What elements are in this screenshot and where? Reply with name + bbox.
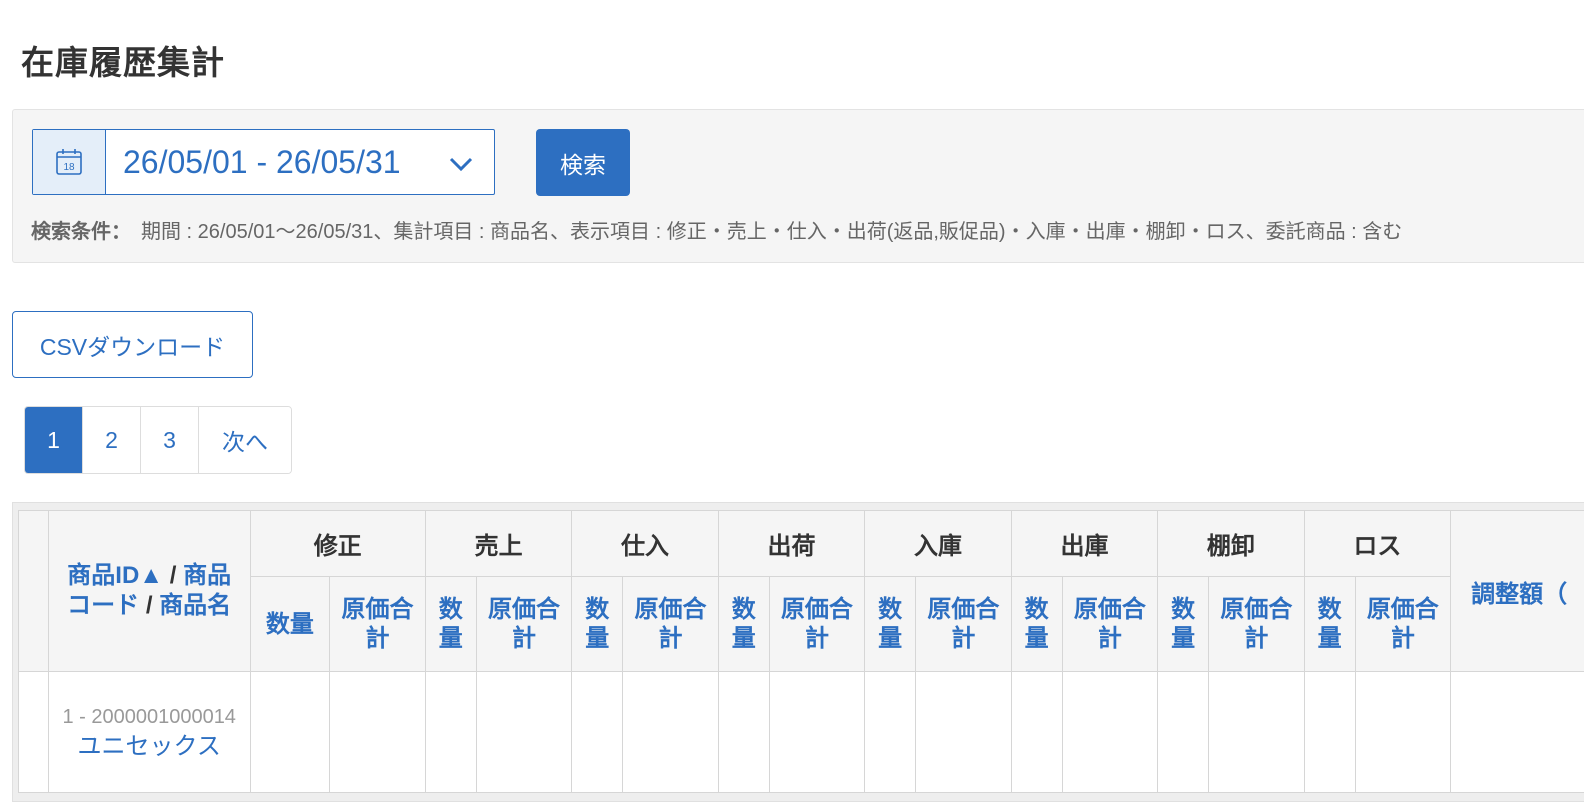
table-cell: [623, 672, 719, 793]
sub-header-cost-total[interactable]: 原価合計: [1209, 577, 1305, 672]
table-cell: [1451, 672, 1584, 793]
adjustment-column-header[interactable]: 調整額（: [1451, 511, 1584, 672]
table-cell: [769, 672, 865, 793]
table-cell: [425, 672, 476, 793]
table-cell: [865, 672, 916, 793]
sub-header-cost-total[interactable]: 原価合計: [623, 577, 719, 672]
table-cell: [916, 672, 1012, 793]
group-header-issue: 出庫: [1011, 511, 1157, 577]
table-cell: [1062, 672, 1158, 793]
table-cell: [572, 672, 623, 793]
search-button[interactable]: 検索: [536, 129, 630, 196]
search-panel: 18 26/05/01 - 26/05/31 検索 検索条件： 期間 : 26/0…: [12, 109, 1584, 263]
table-cell: [1355, 672, 1451, 793]
group-header-purchase: 仕入: [572, 511, 718, 577]
group-header-receiving: 入庫: [865, 511, 1011, 577]
table-cell: [1209, 672, 1305, 793]
product-id-code: 1 - 2000001000014: [62, 706, 236, 728]
group-header-correction: 修正: [250, 511, 425, 577]
sub-header-quantity[interactable]: 数量: [250, 577, 330, 672]
product-column-header[interactable]: 商品ID▲ / 商品コード / 商品名: [48, 511, 250, 672]
page-1-link[interactable]: 1: [25, 407, 83, 473]
product-cell: 1 - 2000001000014 ユニセックス: [48, 672, 250, 793]
sort-product-id-link[interactable]: 商品ID▲: [67, 562, 163, 589]
csv-download-button[interactable]: CSVダウンロード: [12, 311, 253, 378]
sub-header-quantity[interactable]: 数量: [718, 577, 769, 672]
page-3-link[interactable]: 3: [141, 407, 199, 473]
sub-header-cost-total[interactable]: 原価合計: [916, 577, 1012, 672]
search-conditions: 検索条件： 期間 : 26/05/01〜26/05/31、集計項目 : 商品名、表…: [31, 215, 1402, 244]
table-cell: [330, 672, 426, 793]
search-conditions-label: 検索条件：: [31, 221, 131, 243]
sub-header-quantity[interactable]: 数量: [1158, 577, 1209, 672]
table-cell: [1304, 672, 1355, 793]
table-cell: [718, 672, 769, 793]
sub-header-cost-total[interactable]: 原価合計: [769, 577, 865, 672]
chevron-down-icon[interactable]: [448, 144, 474, 181]
sub-header-cost-total[interactable]: 原価合計: [1062, 577, 1158, 672]
stock-history-table: 商品ID▲ / 商品コード / 商品名 修正 売上 仕入 出荷 入庫 出庫 棚卸…: [18, 510, 1584, 793]
page-2-link[interactable]: 2: [83, 407, 141, 473]
group-header-inventory: 棚卸: [1158, 511, 1304, 577]
page-title: 在庫履歴集計: [21, 36, 225, 84]
sub-header-quantity[interactable]: 数量: [865, 577, 916, 672]
date-range-text: 26/05/01 - 26/05/31: [123, 144, 401, 181]
table-cell: [250, 672, 330, 793]
table-cell: [1011, 672, 1062, 793]
row-select-cell: [19, 672, 49, 793]
sub-header-quantity[interactable]: 数量: [425, 577, 476, 672]
date-range-value[interactable]: 26/05/01 - 26/05/31: [106, 130, 494, 194]
svg-text:18: 18: [63, 162, 75, 173]
sub-header-quantity[interactable]: 数量: [1011, 577, 1062, 672]
sub-header-cost-total[interactable]: 原価合計: [1355, 577, 1451, 672]
table-row: 1 - 2000001000014 ユニセックス: [19, 672, 1584, 793]
sub-header-cost-total[interactable]: 原価合計: [476, 577, 572, 672]
date-range-picker[interactable]: 18 26/05/01 - 26/05/31: [32, 129, 495, 195]
sub-header-cost-total[interactable]: 原価合計: [330, 577, 426, 672]
select-column-header: [19, 511, 49, 672]
sub-header-quantity[interactable]: 数量: [572, 577, 623, 672]
product-name-link[interactable]: ユニセックス: [49, 734, 250, 760]
table-container: 商品ID▲ / 商品コード / 商品名 修正 売上 仕入 出荷 入庫 出庫 棚卸…: [12, 502, 1584, 802]
group-header-sales: 売上: [425, 511, 571, 577]
sub-header-quantity[interactable]: 数量: [1304, 577, 1355, 672]
sort-product-name-link[interactable]: 商品名: [159, 592, 231, 619]
pagination: 1 2 3 次へ: [24, 406, 292, 474]
table-cell: [1158, 672, 1209, 793]
group-header-loss: ロス: [1304, 511, 1450, 577]
search-conditions-text: 期間 : 26/05/01〜26/05/31、集計項目 : 商品名、表示項目 :…: [141, 221, 1402, 243]
next-page-link[interactable]: 次へ: [199, 407, 291, 473]
group-header-shipment: 出荷: [718, 511, 864, 577]
calendar-icon[interactable]: 18: [33, 130, 106, 194]
table-cell: [476, 672, 572, 793]
